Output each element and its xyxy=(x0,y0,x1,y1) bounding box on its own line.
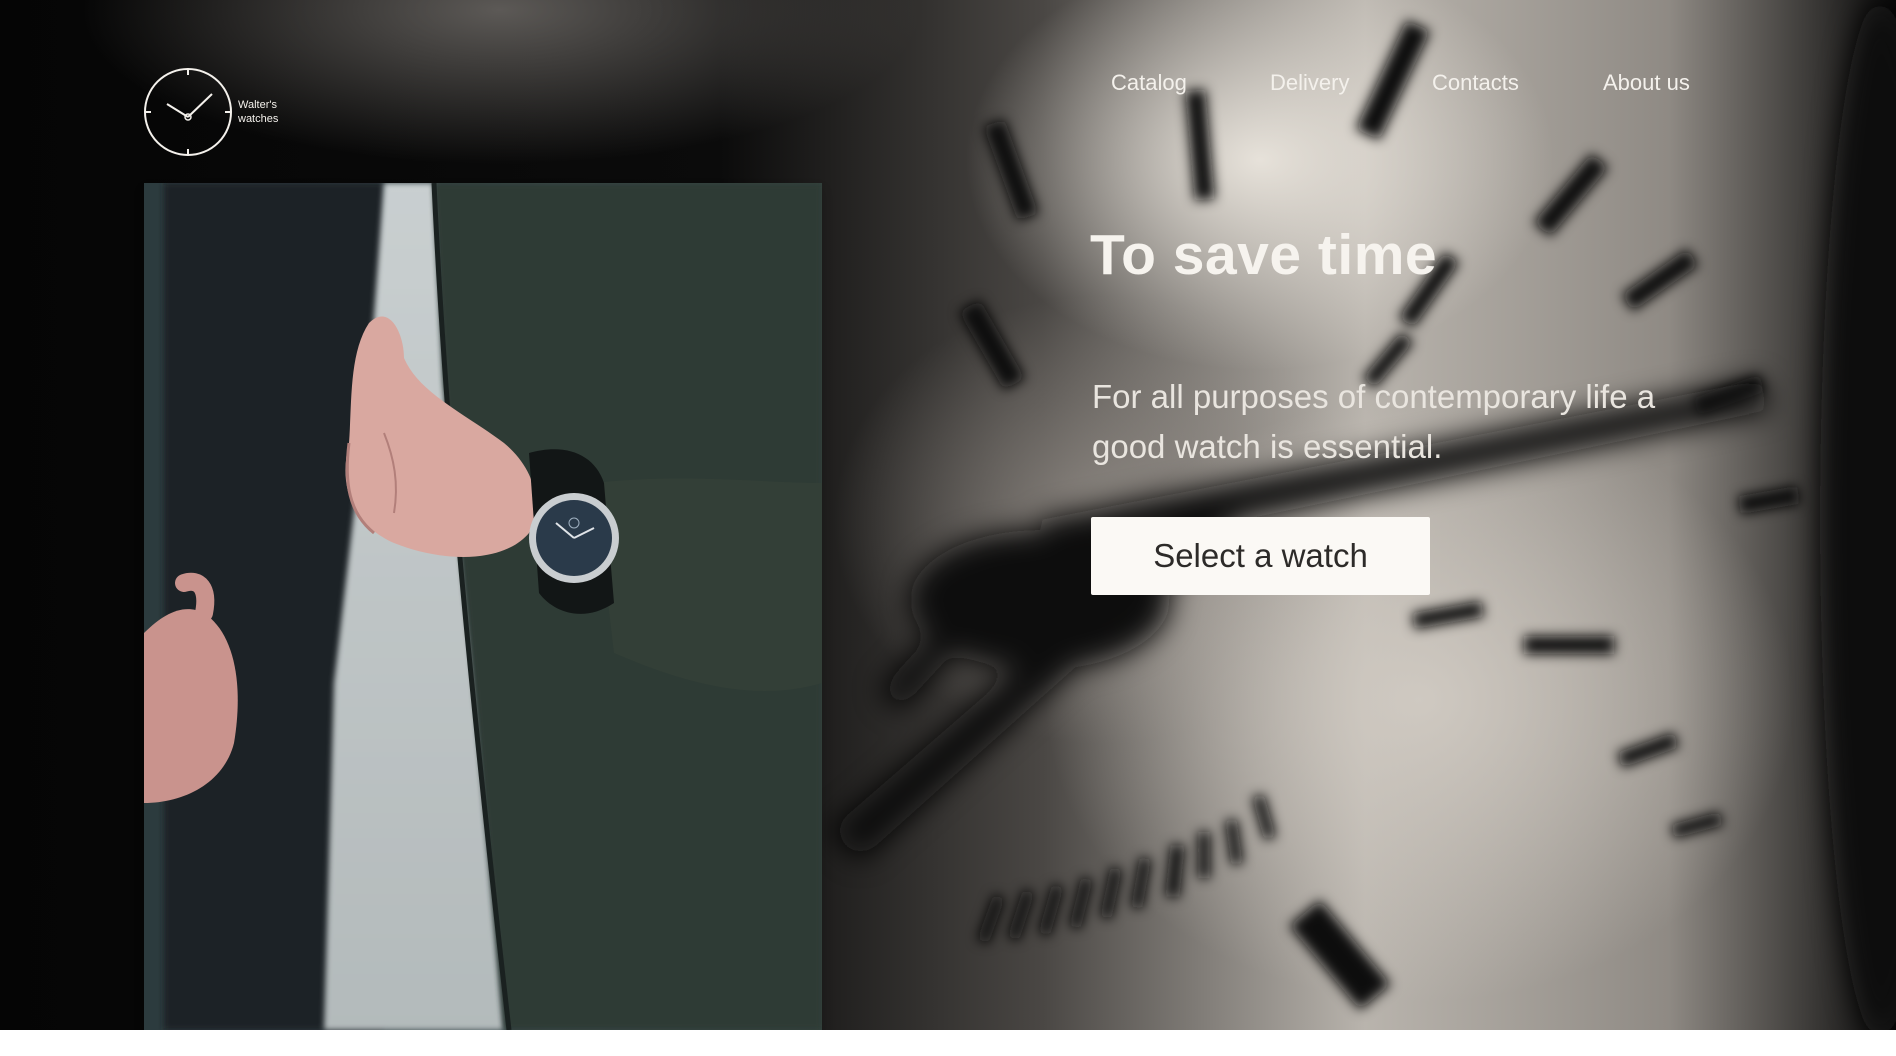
brand-name: Walter's watches xyxy=(238,99,279,125)
nav-link-about-us[interactable]: About us xyxy=(1603,70,1690,96)
hero-subtitle: For all purposes of contemporary life a … xyxy=(1092,378,1656,465)
wristwatch-illustration xyxy=(144,183,822,1030)
hero-title: To save time xyxy=(1090,223,1438,287)
wristwatch-photo xyxy=(144,183,822,1030)
nav-link-catalog[interactable]: Catalog xyxy=(1111,70,1187,96)
select-watch-button[interactable]: Select a watch xyxy=(1091,517,1430,595)
main-nav: Catalog Delivery Contacts About us xyxy=(0,70,1896,100)
nav-link-contacts[interactable]: Contacts xyxy=(1432,70,1519,96)
nav-link-delivery[interactable]: Delivery xyxy=(1270,70,1349,96)
hero-section: Walter's watches Catalog Delivery Contac… xyxy=(0,0,1896,1030)
